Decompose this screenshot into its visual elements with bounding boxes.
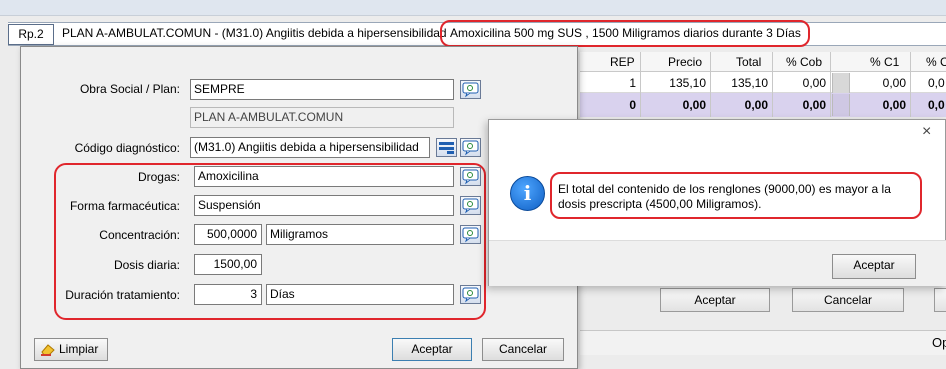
- grid-cell: 0,0: [928, 76, 945, 90]
- aceptar-button[interactable]: Aceptar: [392, 338, 472, 361]
- obra-social-field[interactable]: SEMPRE: [190, 79, 454, 100]
- grid-cell: 0,00: [802, 76, 826, 90]
- grid-divider: [830, 52, 831, 117]
- prescription-detail-highlight: [440, 20, 810, 47]
- limpiar-button[interactable]: Limpiar: [34, 338, 108, 361]
- grid-cell-blank: [832, 94, 850, 116]
- prescription-title: PLAN A-AMBULAT.COMUN - (M31.0) Angiitis …: [62, 26, 447, 40]
- close-icon[interactable]: ×: [922, 123, 931, 141]
- concentracion-label: Concentración:: [99, 228, 180, 242]
- forma-farmaceutica-field[interactable]: Suspensión: [194, 195, 454, 216]
- duracion-field[interactable]: 3: [194, 284, 262, 305]
- info-icon: i: [510, 176, 545, 211]
- lookup-button[interactable]: [460, 80, 481, 99]
- concentracion-field[interactable]: 500,0000: [194, 224, 262, 245]
- grid-divider: [772, 52, 773, 117]
- grid-header-c1: % C1: [870, 55, 900, 69]
- plan-field: PLAN A-AMBULAT.COMUN: [190, 107, 454, 128]
- grid-cell: 135,10: [731, 76, 768, 90]
- top-strip: [0, 0, 946, 16]
- forma-lookup-button[interactable]: [460, 196, 481, 215]
- grid-cell: 0,00: [882, 98, 906, 112]
- bottom-op-label: Op: [932, 335, 946, 350]
- concentracion-unit-field[interactable]: Miligramos: [266, 224, 454, 245]
- lookup-icon: [462, 287, 479, 303]
- message-text: El total del contenido de los renglones …: [558, 182, 891, 211]
- duracion-unit-field[interactable]: Días: [266, 284, 454, 305]
- background-aceptar-button[interactable]: Aceptar: [660, 288, 770, 312]
- lookup-icon: [462, 82, 479, 98]
- grid-cell-blank: [832, 73, 850, 93]
- bottom-bar: [580, 330, 946, 355]
- eraser-icon: [40, 342, 56, 364]
- list-icon: [439, 142, 454, 154]
- obra-social-label: Obra Social / Plan:: [79, 82, 180, 96]
- background-cancelar-button[interactable]: Cancelar: [792, 288, 904, 312]
- grid-header-precio: Precio: [668, 55, 703, 69]
- grid-cell: 0,00: [882, 76, 906, 90]
- grid-divider: [640, 52, 641, 117]
- limpiar-label: Limpiar: [59, 342, 99, 356]
- unit-lookup-button[interactable]: [460, 225, 481, 244]
- forma-farmaceutica-label: Forma farmacéutica:: [69, 199, 180, 213]
- grid-cell: 0: [629, 98, 636, 112]
- grid-cell: 0,00: [744, 98, 768, 112]
- grid-divider: [910, 52, 911, 117]
- grid-divider: [710, 52, 711, 117]
- grid-cell: 0,00: [682, 98, 706, 112]
- grid-header-rep: REP: [610, 55, 635, 69]
- lookup-icon: [462, 198, 479, 214]
- codigo-diagnostico-label: Código diagnóstico:: [74, 141, 180, 155]
- dosis-diaria-label: Dosis diaria:: [113, 258, 180, 272]
- codigo-diagnostico-field[interactable]: (M31.0) Angiitis debida a hipersensibili…: [190, 137, 430, 158]
- grid-cell: 1: [629, 76, 636, 90]
- diagnosis-lookup-button[interactable]: [460, 138, 481, 157]
- duracion-lookup-button[interactable]: [460, 285, 481, 304]
- lookup-icon: [462, 140, 479, 156]
- prescription-tab[interactable]: Rp.2: [8, 24, 54, 45]
- dosis-diaria-field[interactable]: 1500,00: [194, 254, 262, 275]
- grid-cell: 0,00: [802, 98, 826, 112]
- cancelar-button[interactable]: Cancelar: [482, 338, 564, 361]
- drogas-label: Drogas:: [137, 170, 180, 184]
- grid-cell: 135,10: [669, 76, 706, 90]
- grid-cell: 0,0: [928, 98, 945, 112]
- lookup-icon: [462, 227, 479, 243]
- message-ok-button[interactable]: Aceptar: [832, 254, 916, 279]
- grid-header-c: % C: [926, 55, 946, 69]
- drogas-lookup-button[interactable]: [460, 167, 481, 186]
- duracion-tratamiento-label: Duración tratamiento:: [65, 288, 180, 302]
- grid-header-total: Total: [736, 55, 762, 69]
- drogas-field[interactable]: Amoxicilina: [194, 166, 454, 187]
- diagnosis-list-button[interactable]: [436, 138, 457, 157]
- lookup-icon: [462, 169, 479, 185]
- grid-header-cob: % Cob: [786, 55, 823, 69]
- background-extra-button[interactable]: [934, 288, 946, 312]
